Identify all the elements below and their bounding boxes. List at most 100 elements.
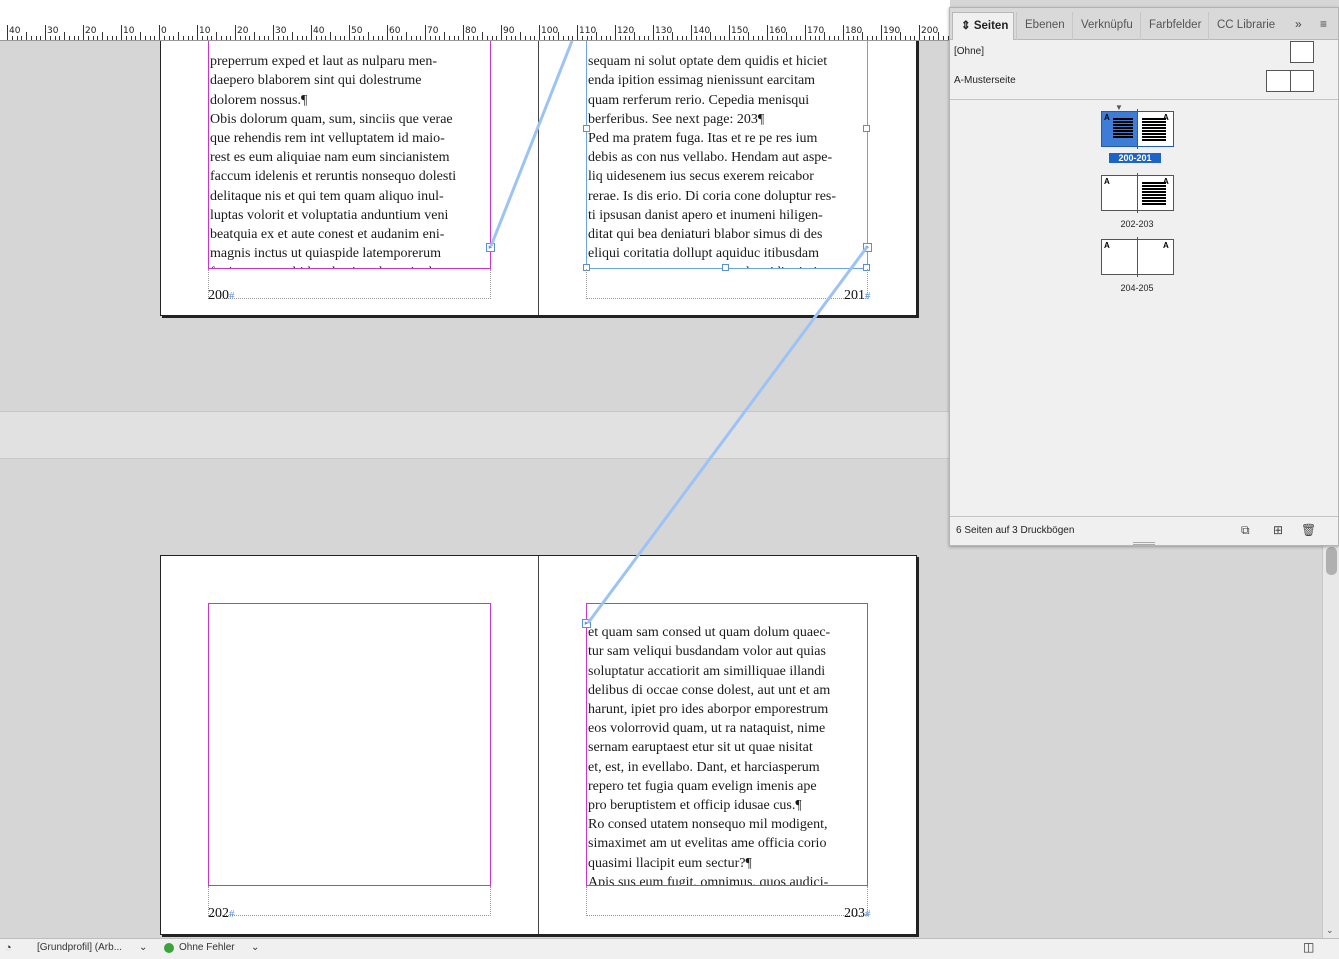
master-none-thumbnail[interactable] [1290,41,1314,63]
ruler-minor-tick [420,36,422,40]
ruler-minor-tick [301,36,303,40]
ruler-minor-tick [672,32,673,40]
page-number-frame [586,886,868,916]
spread-label[interactable]: 202-203 [1101,219,1173,229]
ruler-minor-tick [558,32,559,40]
in-port-icon[interactable]: ▸ [582,619,591,628]
ruler-minor-tick [781,36,783,40]
ruler-minor-tick [472,36,474,40]
tab-cc-libraries[interactable]: CC Librarie [1208,12,1276,40]
ruler-minor-tick [748,32,749,40]
scroll-down-icon[interactable]: ⌄ [1326,925,1334,936]
chevron-down-icon[interactable]: ⌄ [139,942,147,953]
text-frame-right[interactable]: sequam ni solut optate dem quidis et hic… [586,41,868,269]
ruler-label: 180 [845,26,863,36]
ruler-minor-tick [78,36,80,40]
ruler-minor-tick [192,36,194,40]
page-number: 202# [208,906,235,921]
ruler-minor-tick [838,36,840,40]
ruler-minor-tick [144,36,146,40]
ruler-label: 160 [769,26,787,36]
ruler-minor-tick [724,36,726,40]
preflight-status-text[interactable]: Ohne Fehler [179,942,235,953]
page-number-frame [208,269,491,299]
ruler-minor-tick [562,36,564,40]
selection-handle[interactable] [863,125,870,132]
ruler-minor-tick [600,36,602,40]
spread-thumbnail-200-201[interactable]: A A [1101,109,1174,149]
preflight-status-icon [164,943,174,953]
page-size-icon[interactable]: ⧉ [1241,523,1250,538]
ruler-minor-tick [928,36,930,40]
ruler-minor-tick [686,36,688,40]
ruler-minor-tick [401,36,403,40]
ruler-major-tick [159,25,160,40]
tab-farbfelder[interactable]: Farbfelder [1140,12,1208,40]
scrollbar-thumb[interactable] [1326,547,1337,575]
vertical-scrollbar[interactable]: ⌄ [1322,545,1339,938]
out-port-icon[interactable]: ▸ [486,243,495,252]
ruler-minor-tick [458,36,460,40]
preflight-profile-dropdown[interactable]: [Grundprofil] (Arb... [37,942,122,953]
text-frame-right[interactable]: et quam sam consed ut quam dolum quaec- … [586,603,868,886]
tab-ebenen[interactable]: Ebenen [1016,12,1070,40]
ruler-major-tick [273,25,274,40]
spread-label[interactable]: 200-201 [1109,153,1161,163]
spread-thumbnail-202-203[interactable]: A A [1101,173,1174,213]
ruler-minor-tick [581,36,583,40]
master-a-thumbnail[interactable] [1266,70,1314,92]
ruler-minor-tick [40,36,42,40]
selection-handle[interactable] [583,125,590,132]
ruler-minor-tick [800,36,802,40]
ruler-minor-tick [847,36,849,40]
ruler-label: 40 [9,26,21,36]
ruler-minor-tick [629,36,631,40]
ruler-major-tick [425,25,426,40]
ruler-minor-tick [852,36,854,40]
frame-text-content: et quam sam consed ut quam dolum quaec- … [588,625,831,886]
spread-202-203[interactable]: et quam sam consed ut quam dolum quaec- … [160,555,917,935]
master-none[interactable]: [Ohne] [954,46,984,57]
tab-verknuepfungen[interactable]: Verknüpfu [1072,12,1138,40]
ruler-minor-tick [244,36,246,40]
tab-seiten[interactable]: ⇕ Seiten [952,12,1014,40]
pages-count-status: 6 Seiten auf 3 Druckbögen [956,525,1075,536]
ruler-minor-tick [524,36,526,40]
spread-200-201[interactable]: preperrum exped et laut as nulparu men- … [160,41,917,316]
ruler-minor-tick [434,36,436,40]
view-layout-icon[interactable]: ◫ [1303,940,1314,954]
ruler-minor-tick [106,36,108,40]
ruler-major-tick [311,25,312,40]
ruler-minor-tick [710,32,711,40]
ruler-minor-tick [938,32,939,40]
ruler-minor-tick [35,36,37,40]
trash-icon[interactable]: 🗑 [1301,523,1316,537]
master-a[interactable]: A-Musterseite [954,75,1016,86]
chevron-down-icon[interactable]: ⌄ [251,942,259,953]
ruler-label: 50 [351,26,363,36]
ruler-major-tick [577,25,578,40]
text-frame-left[interactable]: preperrum exped et laut as nulparu men- … [208,41,491,269]
ruler-minor-tick [809,36,811,40]
ruler-minor-tick [211,36,213,40]
preflight-profile-icon[interactable]: ◔ [5,942,12,954]
frame-text-content: sequam ni solut optate dem quidis et hic… [588,54,837,268]
ruler-minor-tick [363,36,365,40]
ruler-minor-tick [738,36,740,40]
horizontal-ruler[interactable]: 40 30 20 10 0 10 20 30 40 50 60 70 80 90 100 110 120 130 1… [0,0,950,41]
spread-thumbnail-204-205[interactable]: A A [1101,237,1174,277]
ruler-minor-tick [372,36,374,40]
new-page-icon[interactable]: ⊞ [1273,523,1283,537]
ruler-minor-tick [182,36,184,40]
ruler-minor-tick [315,36,317,40]
ruler-label: 170 [807,26,825,36]
spread-label[interactable]: 204-205 [1101,283,1173,293]
panel-menu-icon[interactable]: ≡ [1320,17,1327,31]
empty-frame[interactable] [208,603,491,886]
ruler-label: 30 [47,26,59,36]
ruler-label: 60 [389,26,401,36]
more-tabs-icon[interactable]: » [1295,17,1302,31]
panel-resize-grip[interactable] [1133,542,1155,545]
out-port-icon[interactable]: ▸ [863,243,872,252]
ruler-label: 20 [237,26,249,36]
